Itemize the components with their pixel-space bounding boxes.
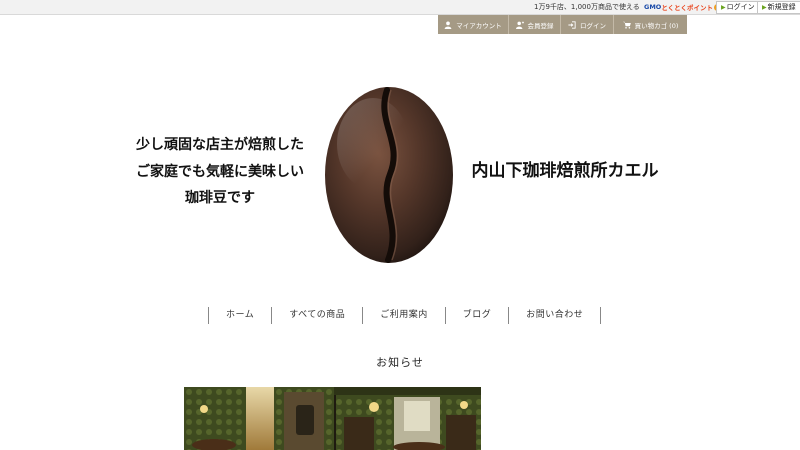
tagline-line: 珈琲豆です: [185, 190, 255, 206]
nav-home[interactable]: ホーム: [208, 307, 271, 324]
user-icon: [444, 21, 452, 29]
tagline-line: ご家庭でも気軽に美味しい: [136, 163, 304, 180]
cafe-interior-photo[interactable]: [184, 387, 481, 450]
nav-contact[interactable]: お問い合わせ: [508, 307, 602, 324]
nav-blog[interactable]: ブログ: [444, 307, 509, 324]
shop-name: 内山下珈琲焙煎所カエル: [471, 161, 659, 181]
news-heading: お知らせ: [376, 356, 424, 369]
tagline-line: 少し頑固な店主が焙煎した: [136, 137, 304, 153]
arrow-right-icon: ▶: [721, 4, 726, 11]
cart-icon: [622, 21, 631, 29]
my-account-link[interactable]: マイアカウント: [438, 15, 508, 34]
global-nav: ホーム すべての商品 ご利用案内 ブログ お問い合わせ: [208, 307, 602, 324]
coffee-bean-logo[interactable]: [318, 84, 460, 266]
gmo-points-logo[interactable]: GMO とくとくポイント: [644, 2, 721, 12]
hero-tagline: 少し頑固な店主が焙煎した ご家庭でも気軽に美味しい 珈琲豆です: [130, 132, 310, 212]
gmo-points-text: 1万9千店、1,000万商品で使える: [534, 3, 640, 11]
login-link[interactable]: ログイン: [560, 15, 613, 34]
gmo-signup-button[interactable]: ▶新規登録: [757, 1, 800, 14]
add-user-icon: [515, 20, 524, 29]
register-link[interactable]: 会員登録: [508, 15, 560, 34]
gmo-login-button[interactable]: ▶ログイン: [716, 1, 760, 14]
nav-guide[interactable]: ご利用案内: [362, 307, 445, 324]
login-icon: [568, 20, 576, 29]
gmo-points-bar: 1万9千店、1,000万商品で使える GMO とくとくポイント ▶ログイン ▶新規…: [0, 0, 800, 15]
nav-all-products[interactable]: すべての商品: [271, 307, 362, 324]
header-nav: マイアカウント 会員登録 ログイン 買い物カゴ (0): [438, 15, 687, 34]
cart-link[interactable]: 買い物カゴ (0): [613, 15, 687, 34]
arrow-right-icon: ▶: [762, 4, 767, 11]
